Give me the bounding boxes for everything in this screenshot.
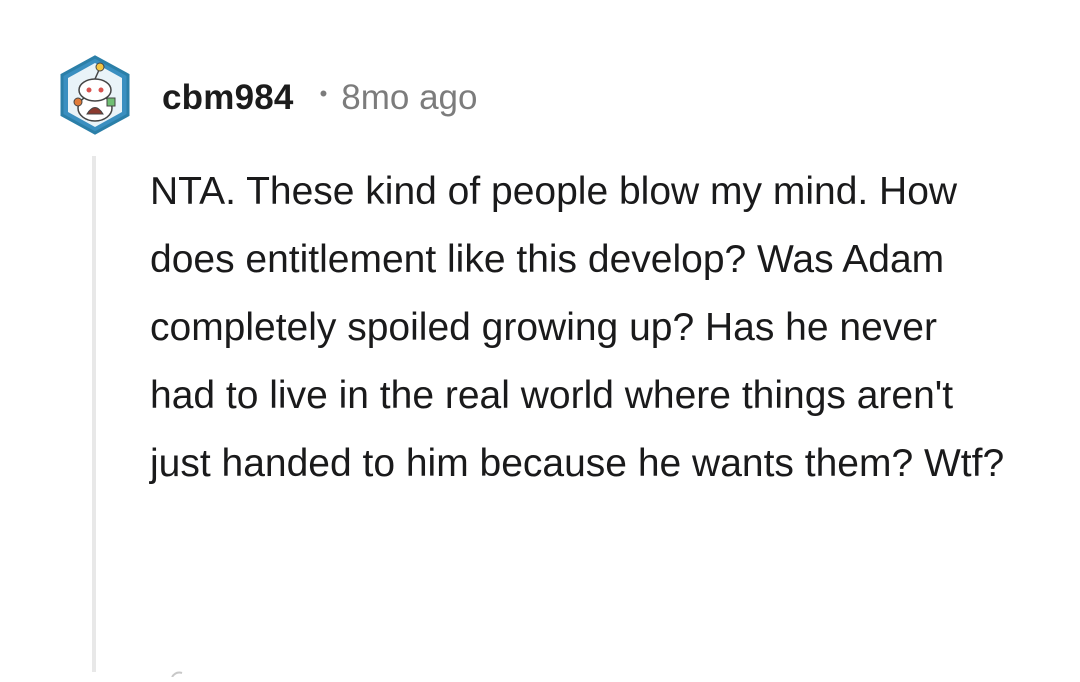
username-link[interactable]: cbm984 [162,78,294,118]
comment-timestamp[interactable]: 8mo ago [341,78,477,118]
avatar[interactable] [58,54,132,136]
next-item-stub [170,664,200,678]
thread-collapse-line[interactable] [92,156,96,672]
comment-header: cbm984 • 8mo ago [162,74,477,122]
meta-separator: • [319,81,328,106]
comment-body: NTA. These kind of people blow my mind. … [150,170,1005,485]
reddit-snoo-avatar-icon [60,55,130,135]
comment: cbm984 • 8mo ago NTA. These kind of peop… [0,0,1080,678]
